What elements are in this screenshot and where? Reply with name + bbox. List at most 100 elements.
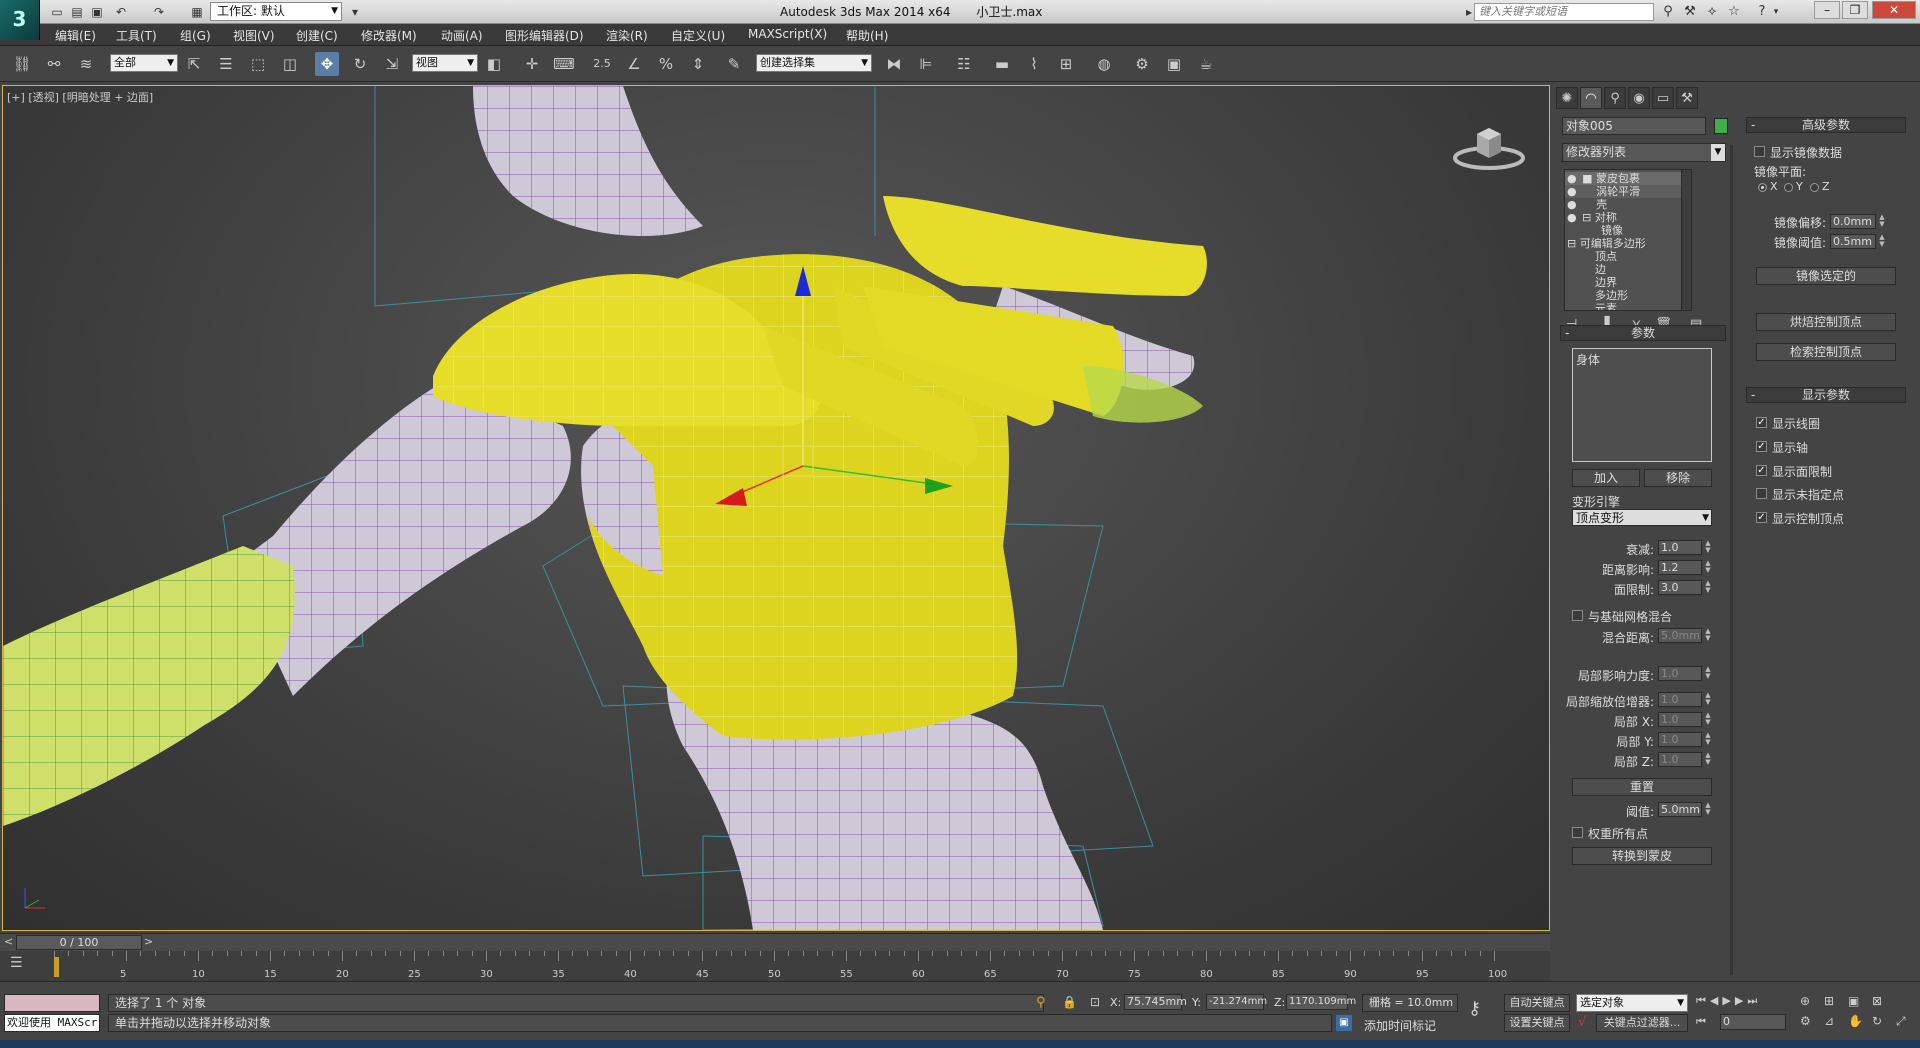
blend-distance-spinner-arrows[interactable]: ▲ ▼ — [1704, 628, 1712, 643]
close-button[interactable]: ✕ — [1872, 1, 1916, 19]
menu-tools[interactable]: 工具(T) — [116, 27, 157, 44]
set-key-button[interactable]: 设置关键点 — [1504, 1014, 1570, 1032]
layer-manager-icon[interactable]: ☷ — [952, 52, 976, 76]
menu-customize[interactable]: 自定义(U) — [671, 27, 725, 44]
advanced-rollout-header[interactable]: - 高级参数 — [1746, 117, 1906, 133]
y-coordinate-field[interactable]: -21.274mm — [1206, 994, 1267, 1010]
mirror-offset-spinner[interactable]: 0.0mm — [1830, 214, 1876, 229]
redo-icon[interactable]: ↷ — [150, 3, 168, 21]
viewport-pov-label[interactable]: [透视] — [28, 91, 59, 104]
utilities-tab-icon[interactable]: ⚒ — [1676, 87, 1698, 109]
menu-animation[interactable]: 动画(A) — [441, 27, 483, 44]
display-checkbox-0[interactable]: ✓ — [1756, 417, 1767, 428]
menu-edit[interactable]: 编辑(E) — [55, 27, 96, 44]
stack-item[interactable]: 边界 — [1565, 276, 1681, 289]
stack-item[interactable]: ● ⊟ 对称 — [1565, 211, 1681, 224]
skin-target-item[interactable]: 身体 — [1573, 349, 1711, 370]
key-filters-button[interactable]: 关键点过滤器... — [1596, 1014, 1688, 1032]
rect-selection-icon[interactable]: ⬚ — [246, 52, 270, 76]
render-teapot-icon[interactable]: ☕ — [1194, 52, 1218, 76]
project-folder-icon[interactable]: ▦ — [188, 3, 206, 21]
rendered-frame-icon[interactable]: ▣ — [1162, 52, 1186, 76]
zoom-all-icon[interactable]: ⊞ — [1824, 994, 1834, 1008]
time-next-button[interactable]: > — [144, 935, 153, 948]
params-rollout-header[interactable]: - 参数 — [1560, 325, 1726, 341]
workspace-dropdown[interactable]: 工作区: 默认 ▼ — [210, 2, 342, 21]
named-selection-dropdown[interactable]: 创建选择集 ▼ — [756, 54, 872, 72]
key-mode-toggle-icon[interactable]: ⏮ — [1696, 1015, 1710, 1029]
x-coordinate-field[interactable]: 75.745mm — [1124, 994, 1187, 1010]
select-by-name-icon[interactable]: ☰ — [214, 52, 238, 76]
prev-frame-icon[interactable]: ◀ — [1710, 994, 1722, 1007]
pivot-center-icon[interactable]: ◧ — [482, 52, 506, 76]
material-editor-icon[interactable]: ◍ — [1092, 52, 1116, 76]
falloff-spinner[interactable]: 1.0 — [1658, 540, 1702, 555]
zoom-extents-icon[interactable]: ▣ — [1848, 994, 1859, 1008]
blend-distance-spinner[interactable]: 5.0mm — [1658, 628, 1702, 643]
mirror-offset-spinner-arrows[interactable]: ▲ ▼ — [1878, 214, 1886, 229]
display-checkbox-2[interactable]: ✓ — [1756, 465, 1767, 476]
modifier-list-dropdown[interactable]: 修改器列表 ▼ — [1562, 143, 1726, 162]
local-scale-spinner[interactable]: 1.0 — [1658, 692, 1702, 707]
select-rotate-icon[interactable]: ↻ — [348, 52, 372, 76]
modify-tab-icon[interactable]: ◠ — [1580, 87, 1602, 109]
bake-control-verts-button[interactable]: 烘焙控制顶点 — [1756, 313, 1896, 331]
dropdown-arrow-icon[interactable]: ▾ — [346, 3, 364, 21]
go-to-start-icon[interactable]: ⏮ — [1696, 994, 1710, 1007]
zoom-extents-all-icon[interactable]: ⊠ — [1872, 994, 1882, 1008]
viewport-menu-plus[interactable]: [+] — [7, 91, 25, 104]
bind-spacewarp-icon[interactable]: ≋ — [74, 52, 98, 76]
mirror-threshold-spinner[interactable]: 0.5mm — [1830, 234, 1876, 249]
viewcube[interactable] — [1449, 116, 1529, 176]
open-file-icon[interactable]: ▤ — [68, 3, 86, 21]
stack-item[interactable]: 顶点 — [1565, 250, 1681, 263]
create-tab-icon[interactable]: ✺ — [1556, 87, 1578, 109]
link-icon[interactable]: ⛓ — [10, 52, 34, 76]
maximize-viewport-icon[interactable]: ⤢ — [1896, 1014, 1906, 1029]
object-color-swatch[interactable] — [1714, 118, 1728, 134]
stack-item[interactable]: 元素 — [1565, 302, 1681, 310]
mirror-x-radio[interactable] — [1758, 183, 1767, 192]
falloff-spinner-arrows[interactable]: ▲ ▼ — [1704, 540, 1712, 555]
help-icon[interactable]: ? — [1752, 3, 1772, 21]
convert-to-skin-button[interactable]: 转换到蒙皮 — [1572, 847, 1712, 865]
time-config-icon[interactable]: ⚙ — [1800, 1014, 1811, 1028]
add-button[interactable]: 加入 — [1572, 469, 1640, 487]
reset-button[interactable]: 重置 — [1572, 778, 1712, 796]
mirror-y-radio[interactable] — [1784, 183, 1793, 192]
perspective-viewport[interactable]: [+] [透视] [明暗处理 + 边面] — [2, 85, 1550, 931]
unlink-icon[interactable]: ⚯ — [42, 52, 66, 76]
window-crossing-icon[interactable]: ◫ — [278, 52, 302, 76]
reference-coord-dropdown[interactable]: 视图 ▼ — [412, 54, 478, 72]
distance-infl-spinner-arrows[interactable]: ▲ ▼ — [1704, 560, 1712, 575]
current-frame-marker[interactable] — [54, 957, 59, 977]
display-checkbox-4[interactable]: ✓ — [1756, 512, 1767, 523]
minimize-button[interactable]: – — [1814, 1, 1840, 19]
deform-engine-dropdown[interactable]: 顶点变形 ▼ — [1572, 509, 1712, 526]
stack-item[interactable]: ● 涡轮平滑 — [1565, 185, 1681, 198]
lock-selection-icon[interactable]: 🔒 — [1062, 995, 1078, 1009]
zoom-icon[interactable]: ⊕ — [1800, 994, 1810, 1008]
search-input[interactable]: 键入关键字或短语 — [1474, 3, 1654, 21]
select-move-icon[interactable]: ✥ — [315, 52, 339, 76]
select-object-icon[interactable]: ⇱ — [182, 52, 206, 76]
face-limit-spinner-arrows[interactable]: ▲ ▼ — [1704, 580, 1712, 595]
stack-item[interactable]: ⊟ 可编辑多边形 — [1565, 237, 1681, 250]
time-tag-icon[interactable]: ▣ — [1336, 1015, 1352, 1031]
menu-rendering[interactable]: 渲染(R) — [606, 27, 648, 44]
render-setup-icon[interactable]: ⚙ — [1130, 52, 1154, 76]
menu-group[interactable]: 组(G) — [180, 27, 211, 44]
edit-named-selection-icon[interactable]: ✎ — [722, 52, 746, 76]
align-icon[interactable]: ⊫ — [914, 52, 938, 76]
display-tab-icon[interactable]: ▭ — [1652, 87, 1674, 109]
curve-editor-icon[interactable]: ⌇ — [1022, 52, 1046, 76]
tools-icon[interactable]: ⚒ — [1680, 3, 1700, 21]
local-strength-spinner-arrows[interactable]: ▲ ▼ — [1704, 666, 1712, 681]
local-y-spinner-arrows[interactable]: ▲ ▼ — [1704, 732, 1712, 747]
undo-icon[interactable]: ↶ — [112, 3, 130, 21]
local-z-spinner[interactable]: 1.0 — [1658, 752, 1702, 767]
mirror-z-radio[interactable] — [1810, 183, 1819, 192]
time-slider[interactable]: < 0 / 100 > — [0, 933, 1550, 951]
menu-maxscript[interactable]: MAXScript(X) — [748, 27, 827, 41]
mini-curve-editor-icon[interactable]: ☰ — [10, 955, 32, 975]
